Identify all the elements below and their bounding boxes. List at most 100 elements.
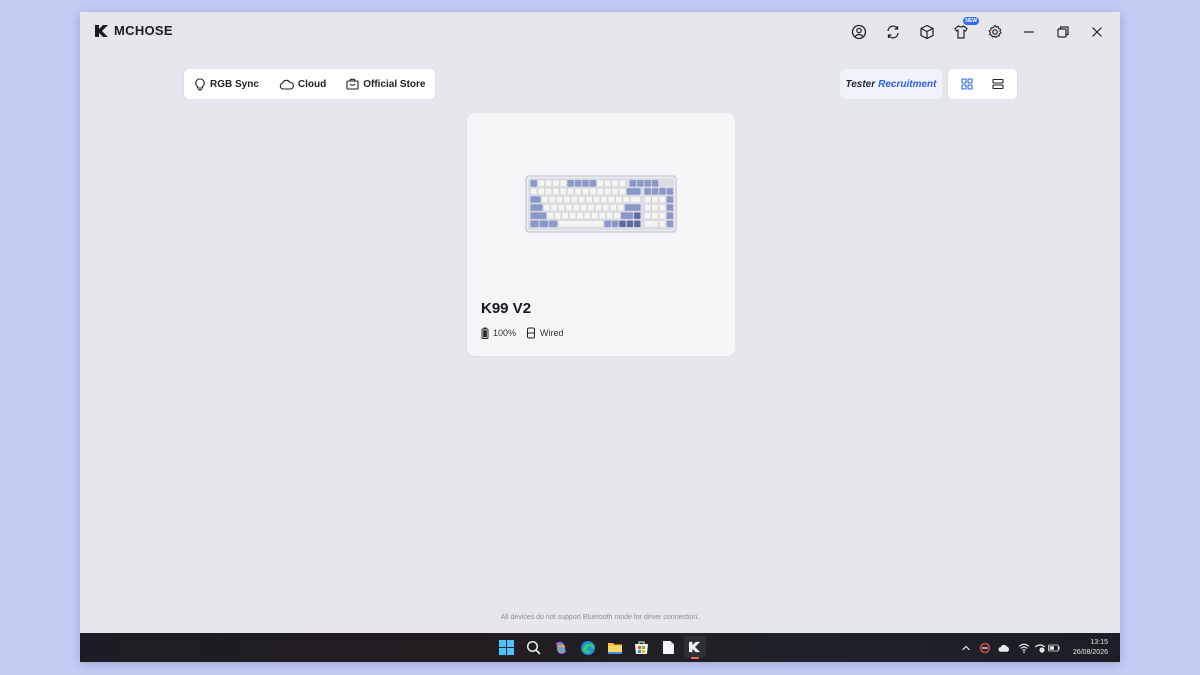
keycap-shape — [604, 220, 612, 228]
app-tray-icon[interactable] — [979, 642, 991, 654]
notepad-icon[interactable] — [660, 639, 677, 656]
nav-rgb-sync[interactable]: RGB Sync — [194, 77, 259, 91]
keycap-shape — [582, 179, 589, 187]
keycap-shape — [574, 187, 582, 195]
keycap-shape — [659, 204, 666, 212]
top-nav: RGB Sync Cloud Official Store — [184, 69, 436, 99]
keycap-shape — [604, 179, 612, 187]
keycap-shape — [611, 220, 619, 228]
grid-view-icon — [961, 78, 973, 90]
keycap-shape — [644, 220, 659, 228]
keycap-shape — [615, 196, 623, 203]
clock-time: 13:15 — [1090, 639, 1108, 646]
keycap-shape — [659, 212, 666, 220]
battery-status: 100% — [481, 327, 516, 339]
system-clock[interactable]: 13:15 26/08/2026 — [1073, 638, 1108, 658]
keycap-shape — [651, 204, 659, 212]
sync-icon[interactable] — [882, 21, 904, 43]
usb-icon — [527, 327, 536, 339]
keycap-shape — [537, 179, 545, 187]
keycap-shape — [550, 204, 558, 212]
keycap-shape — [609, 204, 617, 212]
keycap-shape — [636, 179, 644, 187]
nav-cloud[interactable]: Cloud — [279, 79, 326, 90]
keycap-shape — [617, 204, 625, 212]
keycap-shape — [644, 187, 652, 195]
battery-tray-icon[interactable] — [1048, 642, 1060, 654]
keycap-shape — [572, 204, 580, 212]
settings-icon[interactable] — [984, 21, 1006, 43]
keycap-shape — [624, 204, 641, 212]
keycap-shape — [589, 187, 597, 195]
keycap-shape — [559, 179, 567, 187]
keycap-shape — [591, 212, 599, 220]
keycap-shape — [600, 196, 608, 203]
search-icon[interactable] — [525, 639, 542, 656]
battery-value: 100% — [493, 328, 517, 338]
keycap-shape — [604, 187, 612, 195]
keycap-shape — [619, 220, 626, 228]
keycap-shape — [611, 179, 619, 187]
battery-icon — [481, 327, 489, 339]
keycap-shape — [593, 196, 600, 203]
minimize-icon[interactable] — [1018, 21, 1040, 43]
ms-store-icon[interactable] — [633, 639, 650, 656]
keycap-shape — [644, 179, 652, 187]
keycap-shape — [552, 179, 560, 187]
app-window: MCHOSE NEW RGB Sync Cloud Official Store… — [80, 12, 1120, 662]
keycap-shape — [587, 204, 595, 212]
device-card[interactable]: K99 V2 100% Wired — [467, 113, 735, 356]
grid-view-button[interactable] — [955, 73, 979, 95]
keycap-shape — [659, 220, 666, 228]
keycap-shape — [559, 187, 567, 195]
keycap-shape — [539, 220, 549, 228]
keycap-shape — [651, 187, 659, 195]
keycap-shape — [565, 204, 573, 212]
keycap-shape — [543, 204, 551, 212]
close-icon[interactable] — [1086, 21, 1108, 43]
restore-icon[interactable] — [1052, 21, 1074, 43]
keycap-shape — [666, 196, 674, 203]
store-icon — [346, 78, 359, 90]
keycap-shape — [530, 179, 538, 187]
keycap-shape — [666, 220, 674, 228]
title-bar: MCHOSE NEW — [80, 12, 1120, 52]
keycap-shape — [530, 196, 541, 203]
keycap-shape — [545, 179, 552, 187]
keycap-shape — [578, 196, 586, 203]
windows-start-icon[interactable] — [498, 639, 515, 656]
file-explorer-icon[interactable] — [606, 639, 623, 656]
keycap-shape — [537, 187, 545, 195]
keycap-shape — [644, 212, 652, 220]
mchose-taskbar-icon[interactable] — [684, 636, 706, 659]
list-view-button[interactable] — [986, 73, 1010, 95]
tester-recruitment-button[interactable]: Tester Recruitment — [840, 69, 942, 99]
keycap-shape — [596, 187, 604, 195]
keycap-shape — [651, 212, 659, 220]
app-name: MCHOSE — [114, 23, 173, 38]
keycap-shape — [619, 179, 626, 187]
keycap-shape — [595, 204, 602, 212]
keycap-shape — [589, 179, 597, 187]
shirt-icon[interactable]: NEW — [950, 17, 979, 43]
nav-cloud-label: Cloud — [297, 78, 327, 90]
keycap-shape — [582, 187, 589, 195]
network-icon[interactable] — [1034, 642, 1046, 654]
keycap-shape — [583, 212, 591, 220]
user-icon[interactable] — [848, 21, 870, 43]
keycap-shape — [596, 179, 604, 187]
edge-icon[interactable] — [579, 639, 596, 656]
keycap-shape — [666, 212, 674, 220]
keycap-shape — [530, 204, 543, 212]
copilot-icon[interactable] — [552, 639, 569, 656]
tester-label: Tester — [845, 78, 876, 90]
nav-official-store[interactable]: Official Store — [346, 78, 425, 90]
box-icon[interactable] — [916, 21, 938, 43]
keycap-shape — [659, 196, 666, 203]
keycap-shape — [580, 204, 588, 212]
keycap-shape — [548, 220, 558, 228]
keycap-shape — [608, 196, 615, 203]
onedrive-icon[interactable] — [998, 642, 1010, 654]
chevron-up-icon[interactable] — [960, 642, 972, 654]
wifi-icon[interactable] — [1018, 642, 1030, 654]
